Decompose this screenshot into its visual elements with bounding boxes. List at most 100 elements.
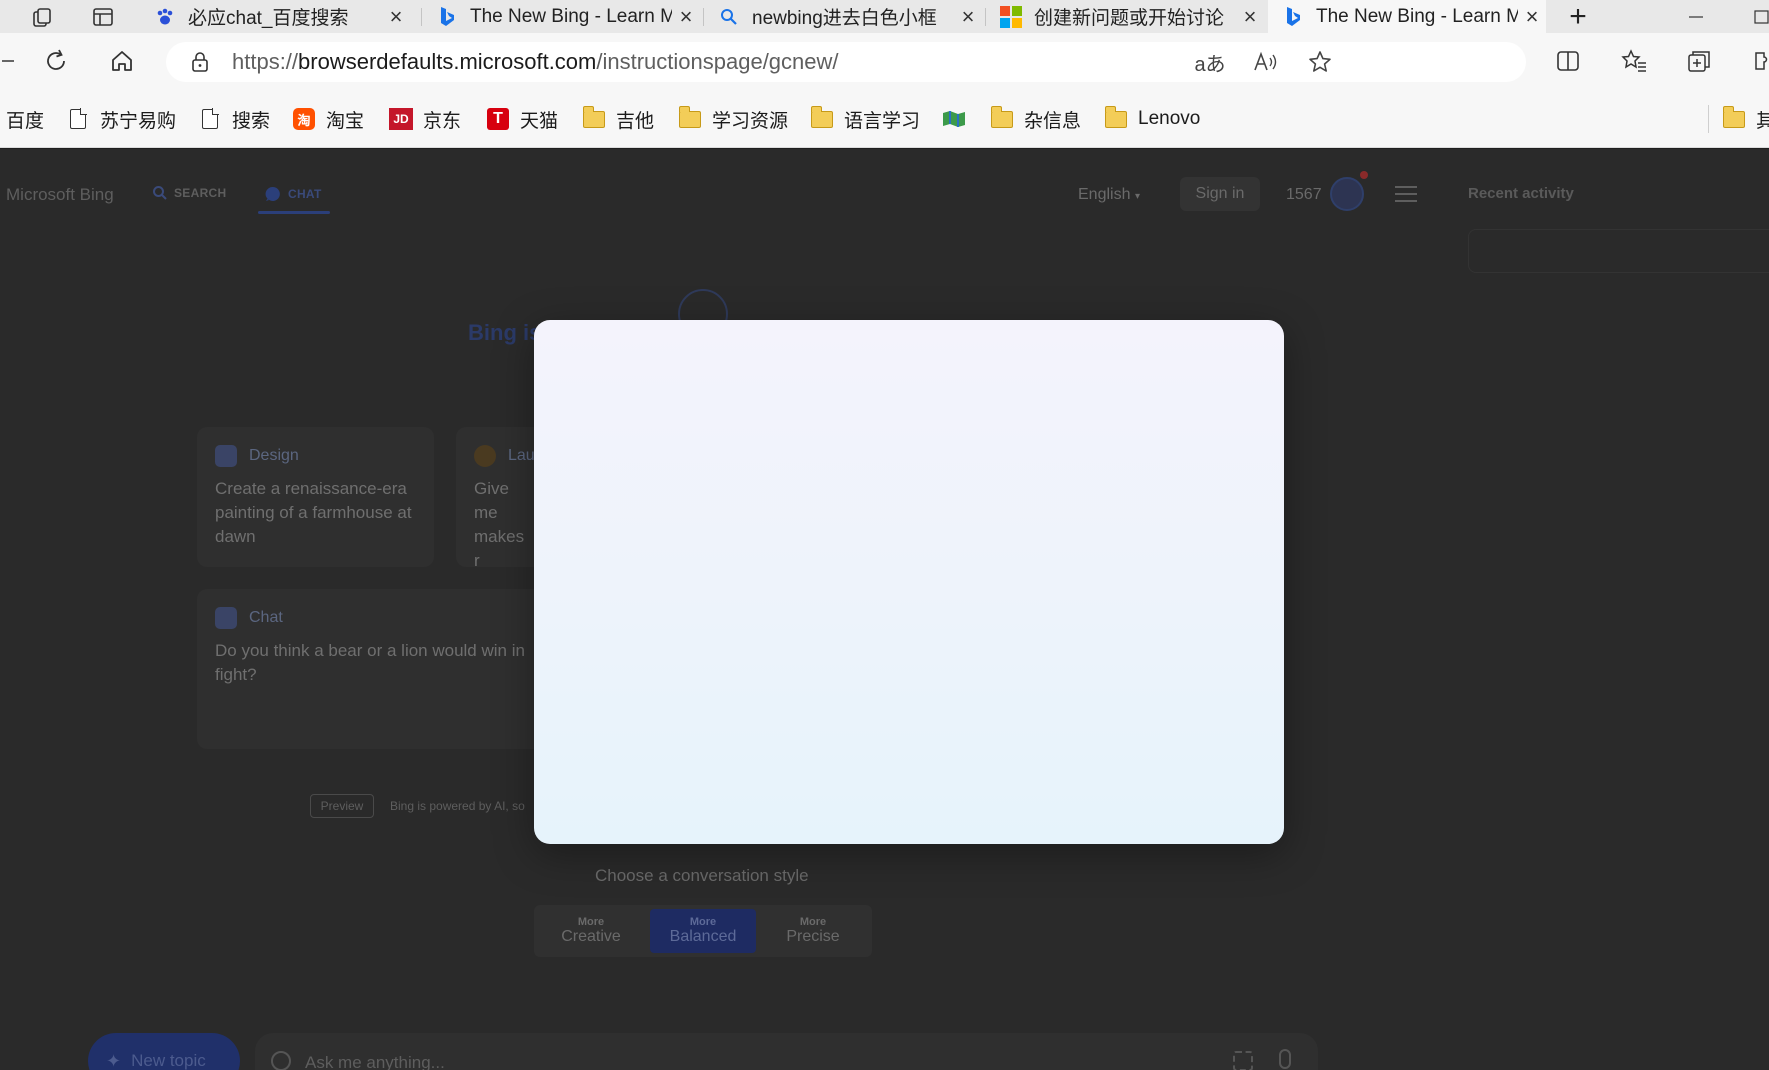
split-screen-icon[interactable] — [1548, 43, 1588, 79]
favorites-bar: 百度 苏宁易购 搜索 淘 淘宝 JD 京东 T 天猫 吉他 学习资源 语言学习 — [0, 89, 1769, 148]
favorite-map[interactable] — [942, 105, 976, 133]
style-creative-button[interactable]: More Creative — [538, 909, 644, 953]
nav-chat[interactable]: CHAT — [264, 185, 322, 203]
maximize-icon[interactable] — [1754, 0, 1769, 33]
address-bar[interactable]: https://browserdefaults.microsoft.com/in… — [166, 42, 1526, 82]
favorite-taobao[interactable]: 淘 淘宝 — [292, 105, 364, 133]
ask-input[interactable]: Ask me anything... — [255, 1033, 1318, 1070]
back-icon[interactable] — [0, 43, 28, 79]
design-icon — [215, 445, 237, 467]
url-text[interactable]: https://browserdefaults.microsoft.com/in… — [232, 49, 839, 75]
modal-dialog[interactable] — [534, 320, 1284, 844]
active-tab-indicator — [258, 211, 330, 214]
style-balanced-button[interactable]: More Balanced — [650, 909, 756, 953]
refresh-icon[interactable] — [36, 43, 76, 79]
close-icon[interactable]: × — [672, 4, 700, 30]
favorite-label: 语言学习 — [844, 110, 921, 132]
favorite-label: 搜索 — [232, 110, 271, 132]
sign-in-button[interactable]: Sign in — [1180, 177, 1260, 211]
tab-label: 必应chat_百度搜索 — [188, 8, 349, 29]
recent-activity-item[interactable] — [1468, 229, 1769, 273]
nav-search[interactable]: SEARCH — [152, 185, 226, 201]
tab-label: 创建新问题或开始讨论 — [1034, 8, 1225, 29]
preview-badge: Preview — [310, 794, 374, 818]
favorite-baidu[interactable]: 百度 — [6, 105, 44, 133]
microsoft-icon — [1000, 5, 1022, 28]
favorite-jd[interactable]: JD 京东 — [389, 105, 461, 133]
favorite-folder-lenovo[interactable]: Lenovo — [1104, 105, 1200, 133]
nav-search-label: SEARCH — [174, 186, 227, 200]
chevron-down-icon: ▾ — [1134, 191, 1140, 202]
favorite-folder-language[interactable]: 语言学习 — [810, 105, 920, 133]
conversation-style-selector: More Creative More Balanced More Precise — [534, 905, 872, 957]
recent-activity-heading: Recent activity — [1468, 185, 1574, 202]
favorite-search[interactable]: 搜索 — [198, 105, 270, 133]
favorite-suning[interactable]: 苏宁易购 — [66, 105, 176, 133]
notification-dot — [1360, 171, 1368, 179]
close-icon[interactable]: × — [1236, 4, 1264, 30]
card-text: Give me makes r — [474, 479, 525, 570]
favorite-folder-study[interactable]: 学习资源 — [678, 105, 788, 133]
favorite-folder-misc[interactable]: 杂信息 — [990, 105, 1081, 133]
rewards-trophy-icon[interactable] — [1330, 177, 1364, 211]
suggestion-card-design[interactable]: Design Create a renaissance-era painting… — [197, 427, 434, 567]
search-icon — [153, 186, 167, 200]
folder-icon — [1722, 105, 1746, 131]
bing-icon — [1282, 6, 1304, 28]
tab-bing-active[interactable]: The New Bing - Learn M × — [1268, 0, 1546, 33]
favorite-tmall[interactable]: T 天猫 — [486, 105, 558, 133]
collections-icon[interactable] — [1680, 43, 1720, 79]
favorite-star-icon[interactable] — [1302, 46, 1338, 78]
minimize-icon[interactable] — [1688, 0, 1704, 33]
tab-bing-1[interactable]: The New Bing - Learn M × — [422, 0, 700, 33]
new-tab-button[interactable]: + — [1560, 0, 1596, 33]
home-icon[interactable] — [102, 43, 142, 79]
card-category: Chat — [249, 609, 283, 626]
translate-icon[interactable]: aあ — [1192, 46, 1228, 78]
favorite-label: 苏宁易购 — [100, 110, 177, 132]
vertical-tabs-icon[interactable] — [86, 0, 120, 33]
favorite-folder-guitar[interactable]: 吉他 — [582, 105, 654, 133]
baidu-paw-icon — [154, 6, 176, 28]
welcome-title: Bing is — [468, 320, 542, 345]
favorite-label: 淘宝 — [326, 110, 365, 132]
close-icon[interactable]: × — [382, 4, 410, 30]
language-selector[interactable]: English ▾ — [1078, 186, 1140, 204]
close-icon[interactable]: × — [1518, 4, 1546, 30]
favorite-label: 其 — [1756, 110, 1769, 132]
workspaces-icon[interactable] — [26, 0, 60, 33]
tab-label: The New Bing - Learn M — [1316, 5, 1518, 27]
tab-search[interactable]: newbing进去白色小框 × — [704, 0, 982, 33]
page-icon — [198, 107, 222, 131]
broom-icon: ✦ — [106, 1050, 122, 1070]
ask-placeholder: Ask me anything... — [305, 1053, 445, 1070]
favorites-list-icon[interactable] — [1614, 43, 1654, 79]
tab-bar: 必应chat_百度搜索 × The New Bing - Learn M × n… — [0, 0, 1769, 33]
chat-icon — [265, 186, 280, 201]
bing-brand[interactable]: Microsoft Bing — [6, 185, 114, 205]
menu-icon[interactable] — [1395, 186, 1417, 202]
read-aloud-icon[interactable] — [1248, 46, 1284, 78]
tab-baidu[interactable]: 必应chat_百度搜索 × — [140, 0, 410, 33]
microphone-icon[interactable] — [1279, 1049, 1291, 1069]
close-icon[interactable]: × — [954, 4, 982, 30]
bing-icon — [436, 6, 458, 28]
favorite-label: 百度 — [6, 110, 45, 132]
emoji-icon — [474, 445, 496, 467]
extensions-icon[interactable] — [1742, 43, 1769, 79]
card-category: Design — [249, 447, 299, 464]
lock-icon[interactable] — [190, 52, 210, 72]
favorite-label: 天猫 — [520, 110, 559, 132]
folder-icon — [990, 105, 1014, 131]
tab-label: newbing进去白色小框 — [752, 8, 937, 29]
nav-chat-label: CHAT — [288, 187, 322, 201]
page-icon — [66, 107, 90, 131]
new-topic-button[interactable]: ✦ New topic — [88, 1033, 240, 1070]
visual-search-icon[interactable] — [1233, 1051, 1253, 1070]
rewards-points[interactable]: 1567 — [1286, 186, 1322, 204]
card-text: Do you think a bear or a lion would win … — [215, 641, 525, 684]
favorite-folder-other[interactable]: 其 — [1722, 105, 1769, 133]
style-precise-button[interactable]: More Precise — [760, 909, 866, 953]
tab-microsoft[interactable]: 创建新问题或开始讨论 × — [986, 0, 1264, 33]
folder-icon — [582, 105, 606, 131]
